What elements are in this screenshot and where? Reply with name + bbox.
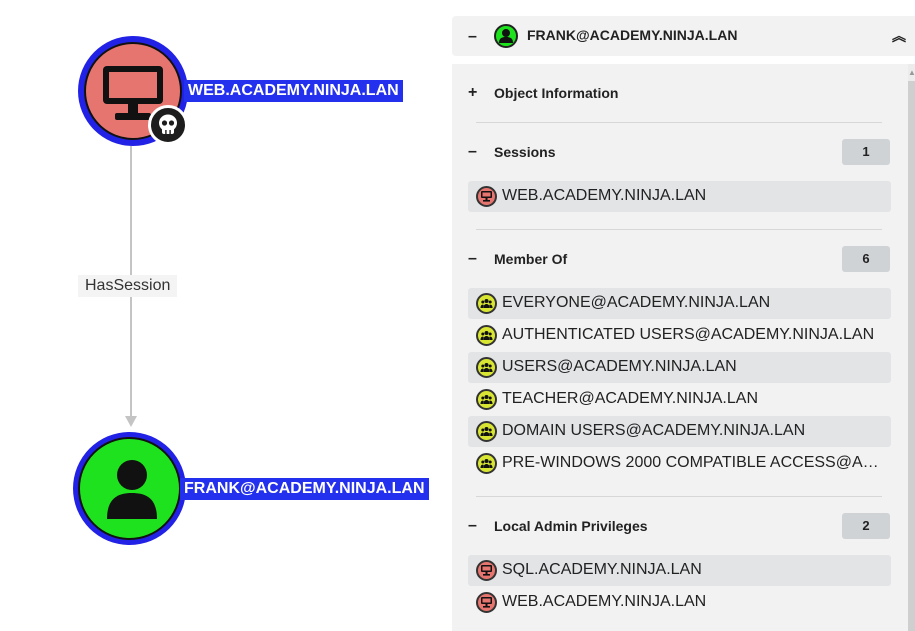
- member-of-item-label: EVERYONE@ACADEMY.NINJA.LAN: [502, 294, 771, 311]
- user-node[interactable]: [73, 432, 186, 545]
- computer-icon: [476, 560, 497, 581]
- member-of-item[interactable]: EVERYONE@ACADEMY.NINJA.LAN: [468, 288, 891, 319]
- member-of-item[interactable]: AUTHENTICATED USERS@ACADEMY.NINJA.LAN: [468, 320, 891, 351]
- edge-label[interactable]: HasSession: [78, 275, 178, 297]
- group-icon: [476, 293, 497, 314]
- member-of-count-badge: 6: [842, 246, 890, 272]
- section-label: Object Information: [494, 85, 619, 101]
- member-of-item-label: USERS@ACADEMY.NINJA.LAN: [502, 358, 737, 375]
- local-admin-item[interactable]: SQL.ACADEMY.NINJA.LAN: [468, 555, 891, 586]
- section-object-information[interactable]: + Object Information: [468, 81, 890, 105]
- member-of-item-label: DOMAIN USERS@ACADEMY.NINJA.LAN: [502, 422, 806, 439]
- sessions-count-badge: 1: [842, 139, 890, 165]
- computer-icon: [476, 592, 497, 613]
- member-of-item[interactable]: PRE-WINDOWS 2000 COMPATIBLE ACCESS@ACA…: [468, 448, 891, 479]
- member-of-item-label: PRE-WINDOWS 2000 COMPATIBLE ACCESS@ACA…: [502, 454, 880, 471]
- member-of-item[interactable]: TEACHER@ACADEMY.NINJA.LAN: [468, 384, 891, 415]
- group-icon: [476, 453, 497, 474]
- node-info-title: FRANK@ACADEMY.NINJA.LAN: [527, 27, 738, 43]
- user-node-body: [78, 437, 181, 540]
- user-node-label[interactable]: FRANK@ACADEMY.NINJA.LAN: [180, 478, 429, 500]
- divider: [476, 496, 882, 497]
- local-admin-item[interactable]: WEB.ACADEMY.NINJA.LAN: [468, 587, 891, 618]
- member-of-item[interactable]: DOMAIN USERS@ACADEMY.NINJA.LAN: [468, 416, 891, 447]
- scroll-up-icon[interactable]: ▲: [908, 68, 915, 77]
- node-info-panel: ▲ + Object Information – Sessions 1 WEB.…: [452, 64, 915, 631]
- group-icon: [476, 357, 497, 378]
- group-icon: [476, 389, 497, 410]
- local-admin-item-label: SQL.ACADEMY.NINJA.LAN: [502, 561, 702, 578]
- section-label: Local Admin Privileges: [494, 518, 648, 534]
- local-admin-count-badge: 2: [842, 513, 890, 539]
- member-of-item-label: TEACHER@ACADEMY.NINJA.LAN: [502, 390, 758, 407]
- computer-icon: [476, 186, 497, 207]
- section-label: Sessions: [494, 144, 556, 160]
- graph-view: HasSession WEB.ACADEMY.NINJA.LAN FRANK@A…: [0, 0, 915, 631]
- section-member-of[interactable]: – Member Of 6: [468, 246, 890, 272]
- member-of-item-label: AUTHENTICATED USERS@ACADEMY.NINJA.LAN: [502, 326, 875, 343]
- node-info-header: – FRANK@ACADEMY.NINJA.LAN ︽: [452, 16, 915, 56]
- user-icon: [107, 460, 157, 519]
- collapse-icon: –: [468, 250, 477, 267]
- collapse-icon: –: [468, 143, 477, 160]
- user-icon: [494, 24, 518, 48]
- divider: [476, 122, 882, 123]
- member-of-item[interactable]: USERS@ACADEMY.NINJA.LAN: [468, 352, 891, 383]
- divider: [476, 229, 882, 230]
- edge-arrowhead: [125, 416, 137, 427]
- collapse-icon: –: [468, 517, 477, 534]
- expand-icon: +: [468, 84, 478, 101]
- group-icon: [476, 325, 497, 346]
- computer-node-label[interactable]: WEB.ACADEMY.NINJA.LAN: [184, 80, 403, 102]
- section-label: Member Of: [494, 251, 568, 267]
- scrollbar[interactable]: ▲: [908, 64, 915, 631]
- chevron-double-up-icon[interactable]: ︽: [892, 26, 906, 46]
- session-item[interactable]: WEB.ACADEMY.NINJA.LAN: [468, 181, 891, 212]
- section-sessions[interactable]: – Sessions 1: [468, 139, 890, 165]
- scrollbar-thumb[interactable]: [908, 81, 915, 631]
- header-collapse-toggle[interactable]: –: [468, 28, 477, 46]
- section-local-admin-privileges[interactable]: – Local Admin Privileges 2: [468, 513, 890, 539]
- session-item-label: WEB.ACADEMY.NINJA.LAN: [502, 187, 707, 204]
- local-admin-item-label: WEB.ACADEMY.NINJA.LAN: [502, 593, 707, 610]
- group-icon: [476, 421, 497, 442]
- skull-icon: [148, 105, 188, 145]
